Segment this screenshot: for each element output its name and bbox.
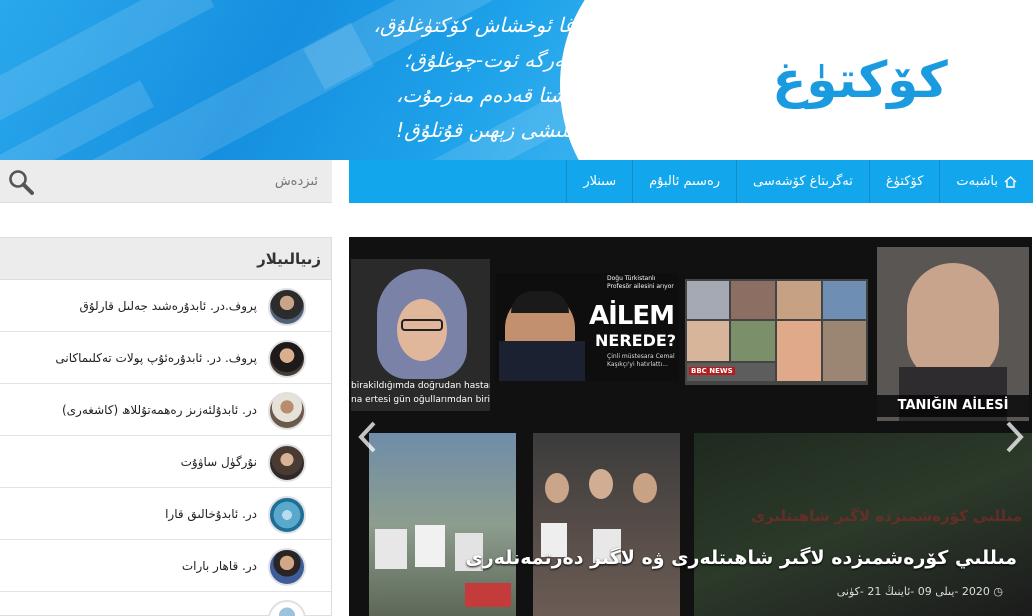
avatar [268, 340, 306, 378]
avatar [268, 496, 306, 534]
avatar [268, 444, 306, 482]
image-caption-text: na ertesi gün oğullarımdan biri öl [351, 395, 490, 405]
banner-poem: دېڭىزغا ئوخشاش كۆكتۈغلۇق، يۈرەكلەرگە ئوت… [373, 8, 617, 148]
image-caption-text: Çinli müstesara Cemal Kaşıkçı'yi hatırla… [607, 353, 675, 368]
person-name: پروف.در. ئابدۇرەشىد جەلىل قارلۇق [79, 299, 257, 313]
image-caption-text: Doğu Türkistanlı Profesör ailesini arıyo… [607, 275, 674, 290]
nav-item-tengritagh[interactable]: تەگرىتاغ كۆشەسى [736, 160, 869, 203]
nav-item-label: كۆكتۈغ [885, 174, 924, 189]
intellectuals-sidebar: زىيالىيلار پروف.در. ئابدۇرەشىد جەلىل قار… [0, 237, 332, 616]
list-item[interactable] [0, 592, 331, 616]
person-name: در. قاھار بارات [181, 559, 257, 573]
search-button[interactable] [6, 168, 36, 196]
nav-item-label: رەسىم ئالبۇم [649, 174, 721, 189]
avatar [268, 600, 306, 616]
news-image: birakildığımda doğrudan hastane na ertes… [351, 259, 490, 411]
poem-line: يۈرەكلەرگە ئوت-چوغلۇق؛ [403, 48, 617, 72]
news-image [533, 433, 680, 616]
list-item[interactable]: در. ئابدۇلئەزىز رەھمەتۇللاھ (كاشغەرى) [0, 384, 331, 436]
nav-item-label: تەگرىتاغ كۆشەسى [753, 174, 853, 189]
chevron-right-icon [1006, 421, 1024, 453]
slide-date: ◷ 2020 -يىلى 09 -ئاينىڭ 21 -كۈنى [837, 585, 1003, 598]
avatar [268, 288, 306, 326]
poem-line: ھەر ئىشتا قەدەم مەزمۇت، [395, 83, 617, 107]
list-item[interactable]: پروف.در. ئابدۇرەشىد جەلىل قارلۇق [0, 280, 331, 332]
avatar [268, 392, 306, 430]
person-name: پروف. در. ئابدۇرەئۇپ پولات تەكلىماكانى [55, 351, 257, 365]
chevron-left-icon [358, 421, 376, 453]
news-image [369, 433, 516, 616]
poem-line: قوغچىلىشى زېھىن قۇتلۇق! [396, 118, 617, 142]
list-item[interactable]: پروف. در. ئابدۇرەئۇپ پولات تەكلىماكانى [0, 332, 331, 384]
nav-item-label: باشبەت [956, 174, 998, 189]
main-nav: باشبەت كۆكتۈغ تەگرىتاغ كۆشەسى رەسىم ئالب… [349, 160, 1033, 203]
search-input[interactable] [42, 166, 324, 196]
image-caption-text: NEREDE? [595, 331, 677, 350]
nav-item-videos[interactable]: سىنلار [566, 160, 632, 203]
nav-item-label: سىنلار [583, 174, 617, 189]
site-logo[interactable]: كۆكتۈغ [760, 30, 960, 130]
image-caption-text: AİLEM [589, 301, 675, 331]
nav-item-koktugh[interactable]: كۆكتۈغ [868, 160, 940, 203]
search-icon [9, 170, 34, 195]
person-name: در. ئابدۇخالىق قارا [165, 507, 257, 521]
news-image: BBC NEWS [685, 279, 868, 385]
clock-icon: ◷ [993, 585, 1003, 598]
list-item[interactable]: در. ئابدۇخالىق قارا [0, 488, 331, 540]
slide-caption[interactable]: مىللىي كۆرەشمىزدە لاگىر شاھىتلەرى ۋە لاگ… [465, 547, 1017, 569]
slider-next-button[interactable] [1004, 420, 1026, 454]
person-name: در. ئابدۇلئەزىز رەھمەتۇللاھ (كاشغەرى) [61, 403, 257, 417]
person-name: نۇرگۈل ساۋۇت [180, 455, 257, 469]
overlay-text: مىللىي كۆرەشمىزدە لاگىر شاھىتلىرى [751, 507, 1022, 525]
list-item[interactable]: نۇرگۈل ساۋۇت [0, 436, 331, 488]
poem-line: دېڭىزغا ئوخشاش كۆكتۈغلۇق، [373, 13, 617, 37]
image-caption-text: BBC NEWS [689, 367, 735, 375]
news-image: Doğu Türkistanlı Profesör ailesini arıyo… [495, 273, 679, 381]
image-caption-text: TANIĞIN AİLESİ [877, 395, 1029, 417]
sidebar-title: زىيالىيلار [0, 238, 331, 280]
home-icon [1004, 175, 1017, 188]
avatar [268, 548, 306, 586]
search-bar [0, 160, 332, 203]
nav-item-home[interactable]: باشبەت [939, 160, 1033, 203]
slide-date-text: 2020 -يىلى 09 -ئاينىڭ 21 -كۈنى [836, 585, 990, 598]
slider-prev-button[interactable] [356, 420, 378, 454]
list-item[interactable]: در. قاھار بارات [0, 540, 331, 592]
image-caption-text: birakildığımda doğrudan hastane [351, 381, 490, 391]
news-image: TANIĞIN AİLESİ [877, 247, 1029, 421]
site-header-banner: دېڭىزغا ئوخشاش كۆكتۈغلۇق، يۈرەكلەرگە ئوت… [0, 0, 1033, 230]
nav-item-album[interactable]: رەسىم ئالبۇم [632, 160, 736, 203]
